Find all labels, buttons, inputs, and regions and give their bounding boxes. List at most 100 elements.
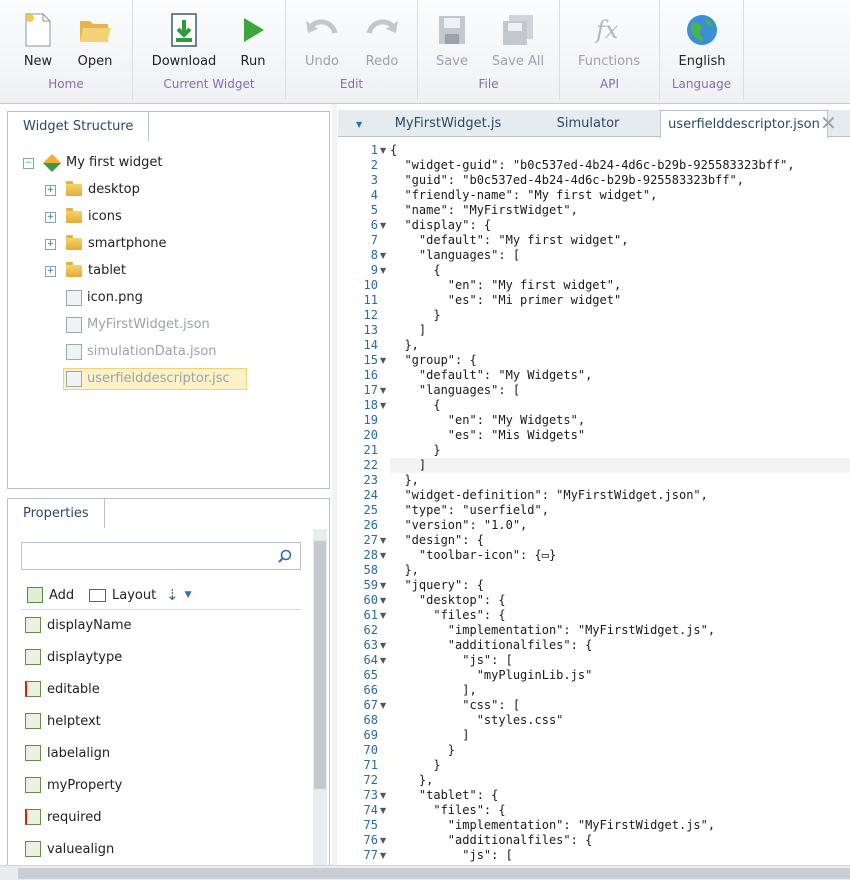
tree-root-node[interactable]: − My first widget: [23, 152, 162, 174]
fold-toggle-icon[interactable]: ▼: [380, 848, 386, 863]
sort-dropdown[interactable]: ⇣ ▼: [166, 584, 192, 606]
line-number: 59: [363, 578, 378, 592]
fold-toggle-icon[interactable]: ▼: [380, 593, 386, 608]
scrollbar-thumb[interactable]: [314, 541, 326, 789]
tab-widget-structure[interactable]: Widget Structure: [7, 111, 150, 141]
file-label: userfielddescriptor.jsc: [87, 371, 230, 386]
property-item-displaytype[interactable]: displaytype: [25, 647, 122, 667]
ribbon-group-label: Home: [48, 77, 84, 91]
fold-toggle-icon[interactable]: ▼: [380, 533, 386, 548]
folder-icon: [66, 181, 82, 196]
save-button[interactable]: Save: [432, 6, 472, 76]
fold-toggle-icon[interactable]: ▼: [380, 248, 386, 263]
ribbon-button-label: Undo: [305, 54, 339, 69]
open-button[interactable]: Open: [72, 6, 118, 76]
fold-toggle-icon[interactable]: ▼: [380, 638, 386, 653]
tree-file-item[interactable]: icon.png: [66, 287, 143, 309]
layout-button[interactable]: Layout: [89, 584, 156, 606]
fold-toggle-icon[interactable]: ▼: [380, 383, 386, 398]
line-number: 2: [370, 158, 378, 172]
add-button[interactable]: Add: [27, 584, 74, 606]
expand-icon[interactable]: +: [45, 238, 56, 250]
property-item-labelalign[interactable]: labelalign: [25, 743, 110, 763]
line-number: 12: [363, 308, 378, 322]
tree-folder-icons[interactable]: + icons: [45, 206, 122, 228]
horizontal-scrollbar[interactable]: [0, 865, 850, 880]
tab-properties[interactable]: Properties: [7, 498, 105, 528]
code-text-area[interactable]: { "widget-guid": "b0c537ed-4b24-4d6c-b29…: [390, 138, 850, 862]
property-label: displaytype: [47, 649, 123, 665]
tree-folder-tablet[interactable]: + tablet: [45, 260, 126, 282]
fold-toggle-icon[interactable]: ▼: [380, 788, 386, 803]
fold-toggle-icon[interactable]: ▼: [380, 263, 386, 278]
code-line: "en": "My first widget",: [390, 278, 622, 292]
undo-button[interactable]: Undo: [302, 6, 342, 76]
fold-toggle-icon[interactable]: ▼: [380, 698, 386, 713]
english-button[interactable]: English: [672, 6, 732, 76]
expand-icon[interactable]: +: [45, 265, 56, 277]
tree-file-item[interactable]: userfielddescriptor.jsc: [63, 368, 247, 390]
chevron-down-icon: ▼: [184, 590, 192, 600]
sort-icon: ⇣: [166, 586, 179, 604]
tree-file-item[interactable]: simulationData.json: [66, 341, 217, 363]
code-line: ]: [390, 458, 427, 472]
run-button[interactable]: Run: [233, 6, 273, 76]
close-tab-icon[interactable]: ✕: [820, 113, 837, 133]
fold-toggle-icon[interactable]: ▼: [380, 608, 386, 623]
tree-folder-desktop[interactable]: + desktop: [45, 179, 140, 201]
line-number: 3: [370, 173, 378, 187]
line-number: 73: [363, 788, 378, 802]
search-icon[interactable]: [278, 549, 292, 563]
code-line: {: [390, 398, 441, 412]
fold-toggle-icon[interactable]: ▼: [380, 803, 386, 818]
scrollbar-thumb[interactable]: [18, 868, 850, 879]
redo-button[interactable]: Redo: [362, 6, 402, 76]
line-number: 8: [370, 248, 378, 262]
property-item-editable[interactable]: editable: [25, 679, 100, 699]
ribbon-button-label: Save: [436, 54, 468, 69]
code-line: "additionalfiles": {: [390, 833, 593, 847]
tab-userfielddescriptor-json[interactable]: userfielddescriptor.json: [660, 110, 828, 138]
fold-toggle-icon[interactable]: ▼: [380, 833, 386, 848]
expand-icon[interactable]: +: [45, 211, 56, 223]
download-button[interactable]: Download: [149, 6, 219, 76]
fold-toggle-icon[interactable]: ▼: [380, 218, 386, 233]
fold-toggle-icon[interactable]: ▼: [380, 548, 386, 563]
property-item-required[interactable]: required: [25, 807, 101, 827]
property-item-valuealign[interactable]: valuealign: [25, 839, 114, 859]
expand-icon[interactable]: +: [45, 184, 56, 196]
folder-label: smartphone: [88, 236, 167, 251]
code-line: "additionalfiles": {: [390, 638, 593, 652]
property-item-myproperty[interactable]: myProperty: [25, 775, 122, 795]
fold-toggle-icon[interactable]: ▼: [380, 353, 386, 368]
fold-toggle-icon[interactable]: ▼: [380, 653, 386, 668]
fold-toggle-icon[interactable]: ▼: [380, 143, 386, 158]
save-all-button[interactable]: Save All: [488, 6, 548, 76]
line-number: 70: [363, 743, 378, 757]
search-input[interactable]: [21, 542, 301, 570]
tab-list-dropdown-icon[interactable]: ▼: [356, 120, 362, 129]
code-line: {: [390, 263, 441, 277]
functions-button[interactable]: fx Functions: [578, 6, 640, 76]
locked-file-icon: [66, 371, 82, 387]
property-item-helptext[interactable]: helptext: [25, 711, 101, 731]
code-line: "js": [: [390, 653, 513, 667]
code-line: "group": {: [390, 353, 477, 367]
code-line: "css": [: [390, 698, 521, 712]
fold-toggle-icon[interactable]: ▼: [380, 398, 386, 413]
tab-simulator[interactable]: Simulator: [528, 110, 648, 137]
code-line: "implementation": "MyFirstWidget.js",: [390, 818, 716, 832]
tab-myfirstwidget-js[interactable]: MyFirstWidget.js: [388, 110, 508, 137]
new-button[interactable]: New: [18, 6, 58, 76]
fold-toggle-icon[interactable]: ▼: [380, 578, 386, 593]
property-label: labelalign: [47, 745, 111, 761]
code-line: "guid": "b0c537ed-4b24-4d6c-b29b-9255833…: [390, 173, 745, 187]
collapse-icon[interactable]: −: [23, 157, 34, 169]
vertical-splitter[interactable]: [332, 104, 337, 874]
code-line: "widget-definition": "MyFirstWidget.json…: [390, 488, 708, 502]
tree-file-item[interactable]: MyFirstWidget.json: [66, 314, 210, 336]
tree-folder-smartphone[interactable]: + smartphone: [45, 233, 167, 255]
property-item-displayname[interactable]: displayName: [25, 615, 132, 635]
code-line: "friendly-name": "My first widget",: [390, 188, 658, 202]
properties-scrollbar[interactable]: [313, 529, 327, 865]
